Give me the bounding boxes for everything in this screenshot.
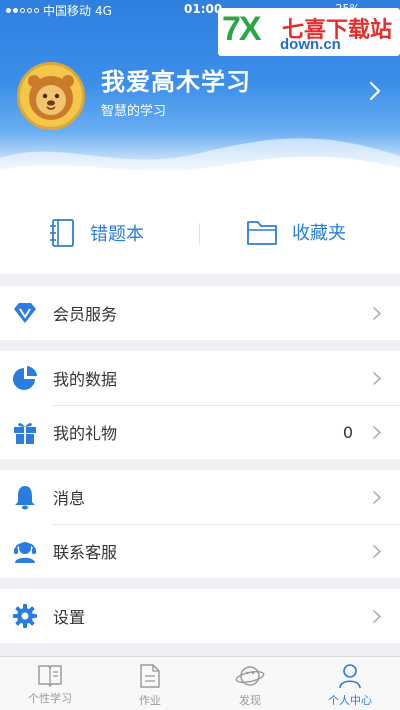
menu-group-settings: 设置 [0, 589, 400, 643]
chevron-right-icon [373, 491, 382, 504]
wrong-questions-button[interactable]: 错题本 [48, 218, 144, 248]
folder-icon [247, 221, 277, 245]
profile-header: 中国移动 4G 01:00 25% 7X 七喜下载站 down.cn 我爱高木学… [0, 0, 400, 188]
lion-avatar-icon [28, 75, 74, 120]
watermark-en: down.cn [280, 36, 341, 53]
chevron-right-icon [373, 426, 382, 439]
settings-label: 设置 [53, 608, 86, 627]
profile-name[interactable]: 我爱高木学习 [101, 62, 251, 97]
signal-strength-icon [6, 8, 39, 13]
my-gifts-row[interactable]: 我的礼物 0 [0, 405, 400, 459]
my-gifts-label: 我的礼物 [53, 424, 118, 443]
bottom-tab-bar: 个性学习 作业 发现 个人中心 [0, 656, 400, 710]
bell-icon [15, 486, 35, 510]
pie-chart-icon [13, 366, 37, 390]
site-watermark-logo: 7X 七喜下载站 down.cn [218, 8, 400, 56]
tab-homework[interactable]: 作业 [100, 663, 200, 708]
favorites-label: 收藏夹 [292, 223, 346, 244]
customer-service-label: 联系客服 [53, 543, 118, 562]
status-time: 01:00 [184, 2, 223, 16]
headset-icon [14, 542, 36, 563]
person-icon [339, 664, 361, 689]
my-data-row[interactable]: 我的数据 [0, 351, 400, 405]
profile-subtitle: 智慧的学习 [101, 104, 167, 119]
avatar[interactable] [17, 62, 85, 130]
menu-group-communication: 消息 联系客服 [0, 470, 400, 578]
menu-group-data: 我的数据 我的礼物 0 [0, 351, 400, 459]
gift-count: 0 [342, 422, 353, 442]
network-label: 4G [95, 3, 112, 18]
messages-label: 消息 [53, 489, 86, 508]
wrong-questions-label: 错题本 [90, 224, 144, 245]
tab-personal-center-label: 个人中心 [328, 694, 372, 707]
watermark-mark: 7X [222, 10, 262, 48]
gear-icon [13, 604, 37, 628]
tab-homework-label: 作业 [139, 694, 161, 707]
tab-personal-learning-label: 个性学习 [28, 692, 72, 705]
customer-service-row[interactable]: 联系客服 [0, 524, 400, 578]
tab-personal-center[interactable]: 个人中心 [300, 663, 400, 708]
notebook-icon [50, 219, 74, 247]
favorites-button[interactable]: 收藏夹 [246, 218, 346, 246]
diamond-icon [14, 303, 36, 323]
vip-service-label: 会员服务 [53, 305, 118, 324]
planet-icon [235, 666, 265, 686]
gift-icon [14, 423, 36, 444]
settings-row[interactable]: 设置 [0, 589, 400, 643]
my-data-label: 我的数据 [53, 370, 118, 389]
tab-discover-label: 发现 [239, 694, 261, 707]
chevron-right-icon [373, 610, 382, 623]
book-icon [38, 665, 62, 687]
carrier-label: 中国移动 [43, 4, 92, 18]
menu-group-vip: 会员服务 [0, 286, 400, 340]
profile-chevron-right-icon[interactable] [368, 80, 382, 102]
document-icon [140, 664, 160, 688]
vip-service-row[interactable]: 会员服务 [0, 286, 400, 340]
chevron-right-icon [373, 372, 382, 385]
chevron-right-icon [373, 545, 382, 558]
chevron-right-icon [373, 307, 382, 320]
tab-discover[interactable]: 发现 [200, 663, 300, 708]
quick-actions-divider [199, 223, 200, 245]
quick-actions-bar: 错题本 收藏夹 [0, 188, 400, 274]
messages-row[interactable]: 消息 [0, 470, 400, 524]
tab-personal-learning[interactable]: 个性学习 [0, 663, 100, 706]
